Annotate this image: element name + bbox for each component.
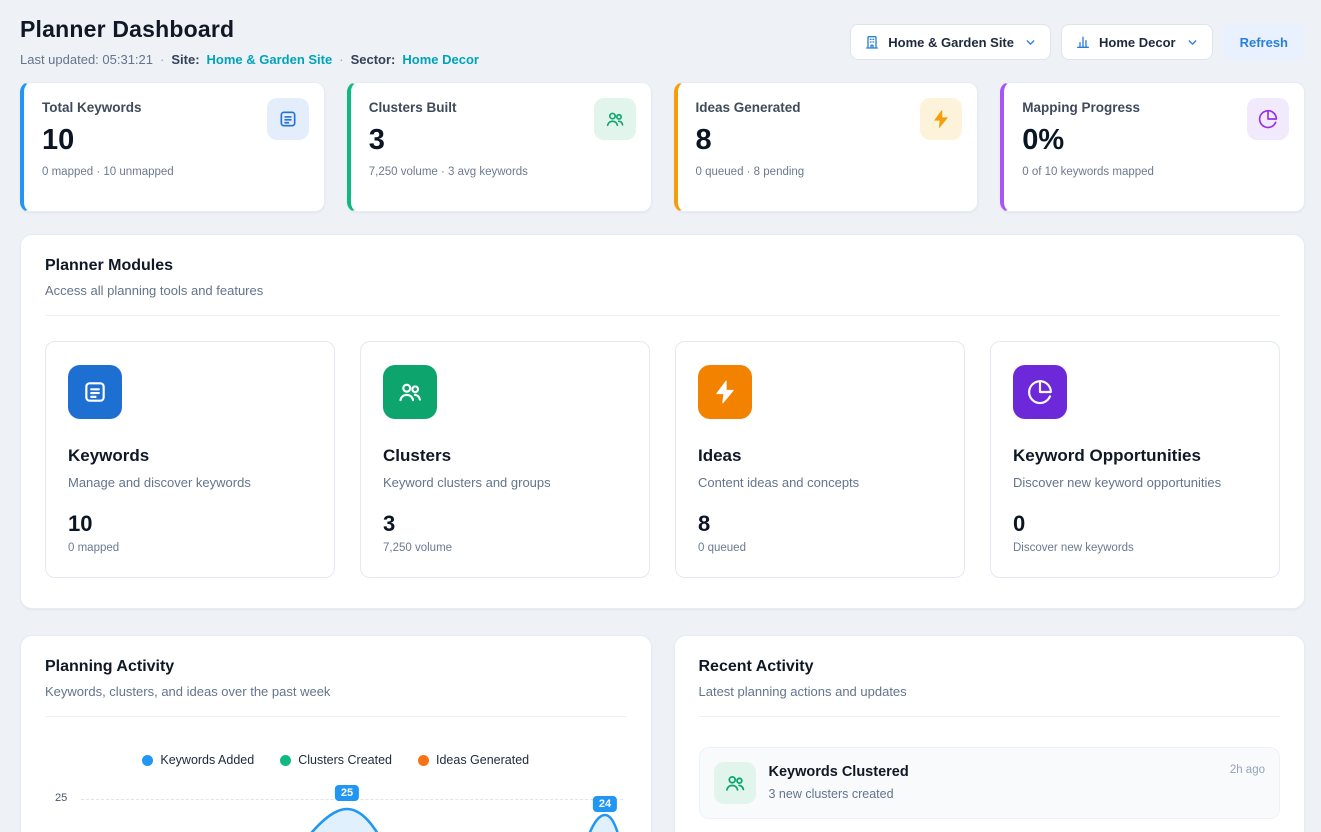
legend-dot-icon bbox=[142, 755, 153, 766]
users-icon bbox=[383, 365, 437, 419]
panel-title: Recent Activity bbox=[699, 658, 1281, 676]
separator-dot: · bbox=[160, 52, 164, 67]
panel-subtitle: Keywords, clusters, and ideas over the p… bbox=[45, 684, 627, 699]
modules-grid: Keywords Manage and discover keywords 10… bbox=[21, 316, 1304, 608]
module-sub: 7,250 volume bbox=[383, 542, 627, 554]
panel-head: Planner Modules Access all planning tool… bbox=[21, 235, 1304, 316]
sector-selector[interactable]: Home Decor bbox=[1061, 24, 1213, 60]
planning-activity-panel: Planning Activity Keywords, clusters, an… bbox=[20, 635, 652, 832]
planner-dashboard-page: Planner Dashboard Last updated: 05:31:21… bbox=[0, 0, 1321, 832]
panel-head: Recent Activity Latest planning actions … bbox=[675, 636, 1305, 717]
legend-dot-icon bbox=[418, 755, 429, 766]
sector-link[interactable]: Home Decor bbox=[402, 52, 479, 67]
stat-sub: 0 mapped · 10 unmapped bbox=[42, 166, 306, 178]
data-point-label: 25 bbox=[335, 785, 359, 801]
panel-subtitle: Latest planning actions and updates bbox=[699, 684, 1281, 699]
module-title: Keywords bbox=[68, 446, 312, 466]
stats-row: Total Keywords 10 0 mapped · 10 unmapped… bbox=[20, 82, 1305, 212]
module-value: 8 bbox=[698, 511, 942, 537]
legend-label: Keywords Added bbox=[160, 753, 254, 767]
module-description: Manage and discover keywords bbox=[68, 475, 312, 490]
chevron-down-icon bbox=[1024, 36, 1037, 49]
panel-head: Planning Activity Keywords, clusters, an… bbox=[21, 636, 651, 717]
activity-description: 3 new clusters created bbox=[769, 787, 1217, 801]
stat-label: Clusters Built bbox=[369, 100, 633, 115]
stat-card-clusters-built: Clusters Built 3 7,250 volume · 3 avg ke… bbox=[347, 82, 652, 212]
bolt-icon bbox=[698, 365, 752, 419]
site-selector[interactable]: Home & Garden Site bbox=[850, 24, 1051, 60]
bar-chart-icon bbox=[1075, 34, 1091, 50]
module-sub: Discover new keywords bbox=[1013, 542, 1257, 554]
sector-selector-label: Home Decor bbox=[1099, 35, 1176, 50]
panel-subtitle: Access all planning tools and features bbox=[45, 283, 1280, 298]
data-point-label: 24 bbox=[593, 796, 617, 812]
header-left: Planner Dashboard Last updated: 05:31:21… bbox=[20, 16, 479, 67]
module-card-clusters[interactable]: Clusters Keyword clusters and groups 3 7… bbox=[360, 341, 650, 578]
last-updated-text: Last updated: 05:31:21 bbox=[20, 52, 153, 67]
chart-legend: Keywords Added Clusters Created Ideas Ge… bbox=[21, 717, 651, 767]
legend-label: Ideas Generated bbox=[436, 753, 529, 767]
bolt-icon bbox=[920, 98, 962, 140]
users-icon bbox=[594, 98, 636, 140]
module-card-ideas[interactable]: Ideas Content ideas and concepts 8 0 que… bbox=[675, 341, 965, 578]
pie-chart-icon bbox=[1013, 365, 1067, 419]
page-header: Planner Dashboard Last updated: 05:31:21… bbox=[20, 16, 1305, 67]
module-title: Clusters bbox=[383, 446, 627, 466]
legend-item-ideas-generated: Ideas Generated bbox=[418, 753, 529, 767]
separator-dot: · bbox=[339, 52, 343, 67]
module-card-keywords[interactable]: Keywords Manage and discover keywords 10… bbox=[45, 341, 335, 578]
stat-sub: 0 queued · 8 pending bbox=[696, 166, 960, 178]
legend-item-clusters-created: Clusters Created bbox=[280, 753, 392, 767]
document-icon bbox=[267, 98, 309, 140]
building-icon bbox=[864, 34, 880, 50]
module-description: Discover new keyword opportunities bbox=[1013, 475, 1257, 490]
site-label: Site: bbox=[171, 52, 199, 67]
module-value: 3 bbox=[383, 511, 627, 537]
page-title: Planner Dashboard bbox=[20, 16, 479, 43]
activity-body: Keywords Clustered 3 new clusters create… bbox=[769, 762, 1217, 804]
refresh-button[interactable]: Refresh bbox=[1223, 24, 1305, 60]
activity-timestamp: 2h ago bbox=[1230, 762, 1265, 804]
recent-activity-panel: Recent Activity Latest planning actions … bbox=[674, 635, 1306, 832]
site-link[interactable]: Home & Garden Site bbox=[207, 52, 333, 67]
meta-line: Last updated: 05:31:21 · Site: Home & Ga… bbox=[20, 52, 479, 67]
activity-list: Keywords Clustered 3 new clusters create… bbox=[675, 717, 1305, 819]
activity-item-keywords-clustered: Keywords Clustered 3 new clusters create… bbox=[699, 747, 1281, 819]
module-value: 10 bbox=[68, 511, 312, 537]
pie-chart-icon bbox=[1247, 98, 1289, 140]
module-description: Content ideas and concepts bbox=[698, 475, 942, 490]
stat-sub: 7,250 volume · 3 avg keywords bbox=[369, 166, 633, 178]
legend-item-keywords-added: Keywords Added bbox=[142, 753, 254, 767]
module-sub: 0 queued bbox=[698, 542, 942, 554]
stat-card-mapping-progress: Mapping Progress 0% 0 of 10 keywords map… bbox=[1000, 82, 1305, 212]
stat-card-total-keywords: Total Keywords 10 0 mapped · 10 unmapped bbox=[20, 82, 325, 212]
module-title: Ideas bbox=[698, 446, 942, 466]
module-value: 0 bbox=[1013, 511, 1257, 537]
stat-sub: 0 of 10 keywords mapped bbox=[1022, 166, 1286, 178]
module-card-keyword-opportunities[interactable]: Keyword Opportunities Discover new keywo… bbox=[990, 341, 1280, 578]
module-sub: 0 mapped bbox=[68, 542, 312, 554]
chevron-down-icon bbox=[1186, 36, 1199, 49]
legend-label: Clusters Created bbox=[298, 753, 392, 767]
document-icon bbox=[68, 365, 122, 419]
stat-value: 3 bbox=[369, 124, 633, 157]
activity-title: Keywords Clustered bbox=[769, 764, 1217, 780]
users-icon bbox=[714, 762, 756, 804]
module-title: Keyword Opportunities bbox=[1013, 446, 1257, 466]
legend-dot-icon bbox=[280, 755, 291, 766]
header-actions: Home & Garden Site Home Decor Refresh bbox=[850, 24, 1305, 60]
planner-modules-panel: Planner Modules Access all planning tool… bbox=[20, 234, 1305, 609]
panel-title: Planner Modules bbox=[45, 257, 1280, 275]
site-selector-label: Home & Garden Site bbox=[888, 35, 1014, 50]
sector-label: Sector: bbox=[351, 52, 396, 67]
panel-title: Planning Activity bbox=[45, 658, 627, 676]
bottom-row: Planning Activity Keywords, clusters, an… bbox=[20, 635, 1305, 832]
planning-activity-chart: 25 25 24 bbox=[45, 779, 627, 832]
module-description: Keyword clusters and groups bbox=[383, 475, 627, 490]
stat-card-ideas-generated: Ideas Generated 8 0 queued · 8 pending bbox=[674, 82, 979, 212]
